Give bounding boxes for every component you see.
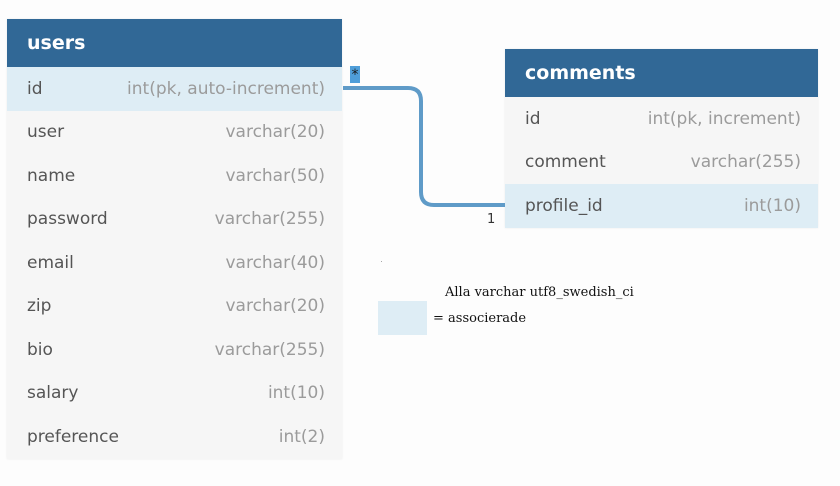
column-type: int(10) (267, 383, 325, 404)
column-name: email (27, 252, 74, 273)
cardinality-one-label: 1 (487, 212, 496, 227)
comments-table-rows: id int(pk, increment) comment varchar(255) p… (505, 97, 818, 228)
users-row-email[interactable]: email varchar(40) (7, 241, 342, 285)
comments-row-profile-id[interactable]: profile_id int(10) (505, 184, 818, 228)
legend-swatch (378, 301, 427, 335)
column-type: int(pk, increment) (647, 108, 801, 129)
users-row-bio[interactable]: bio varchar(255) (7, 328, 342, 372)
column-name: preference (27, 426, 119, 447)
column-type: int(10) (743, 195, 801, 216)
legend-charset-note: Alla varchar utf8_swedish_ci (445, 285, 634, 300)
comments-row-comment[interactable]: comment varchar(255) (505, 141, 818, 185)
comments-row-id[interactable]: id int(pk, increment) (505, 97, 818, 141)
column-type: varchar(20) (225, 122, 325, 143)
users-table-header[interactable]: users (7, 19, 342, 67)
column-type: varchar(255) (214, 209, 325, 230)
column-type: int(2) (278, 426, 325, 447)
users-row-zip[interactable]: zip varchar(20) (7, 285, 342, 329)
users-row-id[interactable]: id int(pk, auto-increment) (7, 67, 342, 111)
column-type: varchar(20) (225, 296, 325, 317)
cardinality-many-label: * (350, 66, 360, 83)
users-row-name[interactable]: name varchar(50) (7, 154, 342, 198)
column-name: bio (27, 339, 53, 360)
users-row-password[interactable]: password varchar(255) (7, 198, 342, 242)
users-table[interactable]: users id int(pk, auto-increment) user varch… (7, 19, 342, 459)
column-name: password (27, 209, 108, 230)
column-type: varchar(40) (225, 252, 325, 273)
users-row-salary[interactable]: salary int(10) (7, 372, 342, 416)
stray-dot (381, 261, 382, 262)
comments-table[interactable]: comments id int(pk, increment) comment varc… (505, 49, 818, 228)
column-name: salary (27, 383, 79, 404)
column-name: zip (27, 296, 52, 317)
column-name: comment (525, 152, 606, 173)
column-name: profile_id (525, 195, 603, 216)
column-name: name (27, 165, 76, 186)
users-row-user[interactable]: user varchar(20) (7, 111, 342, 155)
users-table-rows: id int(pk, auto-increment) user varchar(20)… (7, 67, 342, 459)
column-type: int(pk, auto-increment) (127, 78, 325, 99)
column-type: varchar(255) (690, 152, 801, 173)
column-name: id (27, 78, 43, 99)
column-type: varchar(50) (225, 165, 325, 186)
column-name: id (525, 108, 541, 129)
comments-table-header[interactable]: comments (505, 49, 818, 97)
column-type: varchar(255) (214, 339, 325, 360)
legend-associated-note: = associerade (433, 311, 527, 326)
column-name: user (27, 122, 65, 143)
users-row-preference[interactable]: preference int(2) (7, 415, 342, 459)
connector-line (343, 86, 505, 207)
